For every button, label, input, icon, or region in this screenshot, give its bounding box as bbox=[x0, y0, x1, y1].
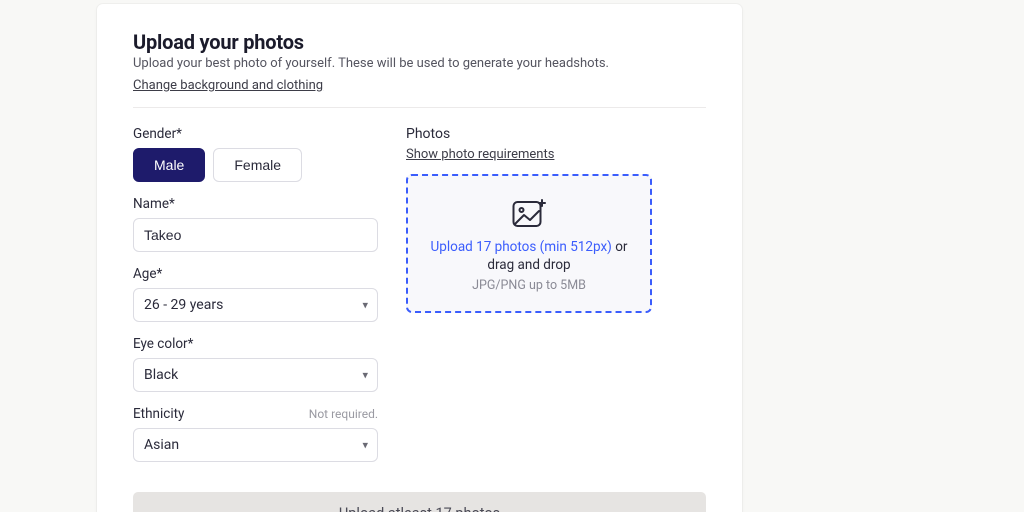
upload-submit-button[interactable]: Upload atleast 17 photos bbox=[133, 492, 706, 512]
photos-column: Photos Show photo requirements Upload 17… bbox=[406, 126, 652, 462]
eye-color-select[interactable]: Black bbox=[133, 358, 378, 392]
dropzone-text: Upload 17 photos (min 512px) or drag and… bbox=[422, 238, 636, 274]
age-field: Age* 26 - 29 years bbox=[133, 266, 378, 322]
name-label: Name* bbox=[133, 196, 378, 212]
page-title: Upload your photos bbox=[133, 30, 706, 54]
gender-male-button[interactable]: Male bbox=[133, 148, 205, 182]
ethnicity-label-row: Ethnicity Not required. bbox=[133, 406, 378, 422]
name-field: Name* bbox=[133, 196, 378, 252]
gender-female-button[interactable]: Female bbox=[213, 148, 302, 182]
upload-link-text: Upload 17 photos (min 512px) bbox=[431, 239, 612, 255]
photo-requirements-link[interactable]: Show photo requirements bbox=[406, 147, 554, 162]
ethnicity-select[interactable]: Asian bbox=[133, 428, 378, 462]
age-label: Age* bbox=[133, 266, 378, 282]
upload-dropzone[interactable]: Upload 17 photos (min 512px) or drag and… bbox=[406, 174, 652, 313]
image-upload-icon bbox=[512, 198, 546, 228]
dropzone-format-text: JPG/PNG up to 5MB bbox=[422, 278, 636, 293]
divider bbox=[133, 107, 706, 108]
card-header: Upload your photos Upload your best phot… bbox=[133, 30, 706, 93]
form-column: Gender* Male Female Name* Age* 26 - 29 y… bbox=[133, 126, 378, 462]
page-subtitle: Upload your best photo of yourself. Thes… bbox=[133, 56, 706, 71]
photos-label: Photos bbox=[406, 126, 652, 142]
gender-label: Gender* bbox=[133, 126, 378, 142]
ethnicity-hint: Not required. bbox=[309, 407, 378, 421]
ethnicity-label: Ethnicity bbox=[133, 406, 184, 422]
gender-field: Gender* Male Female bbox=[133, 126, 378, 182]
eye-color-label: Eye color* bbox=[133, 336, 378, 352]
ethnicity-field: Ethnicity Not required. Asian bbox=[133, 406, 378, 462]
eye-color-field: Eye color* Black bbox=[133, 336, 378, 392]
age-select[interactable]: 26 - 29 years bbox=[133, 288, 378, 322]
change-background-link[interactable]: Change background and clothing bbox=[133, 78, 323, 93]
name-input[interactable] bbox=[133, 218, 378, 252]
upload-card: Upload your photos Upload your best phot… bbox=[97, 4, 742, 512]
